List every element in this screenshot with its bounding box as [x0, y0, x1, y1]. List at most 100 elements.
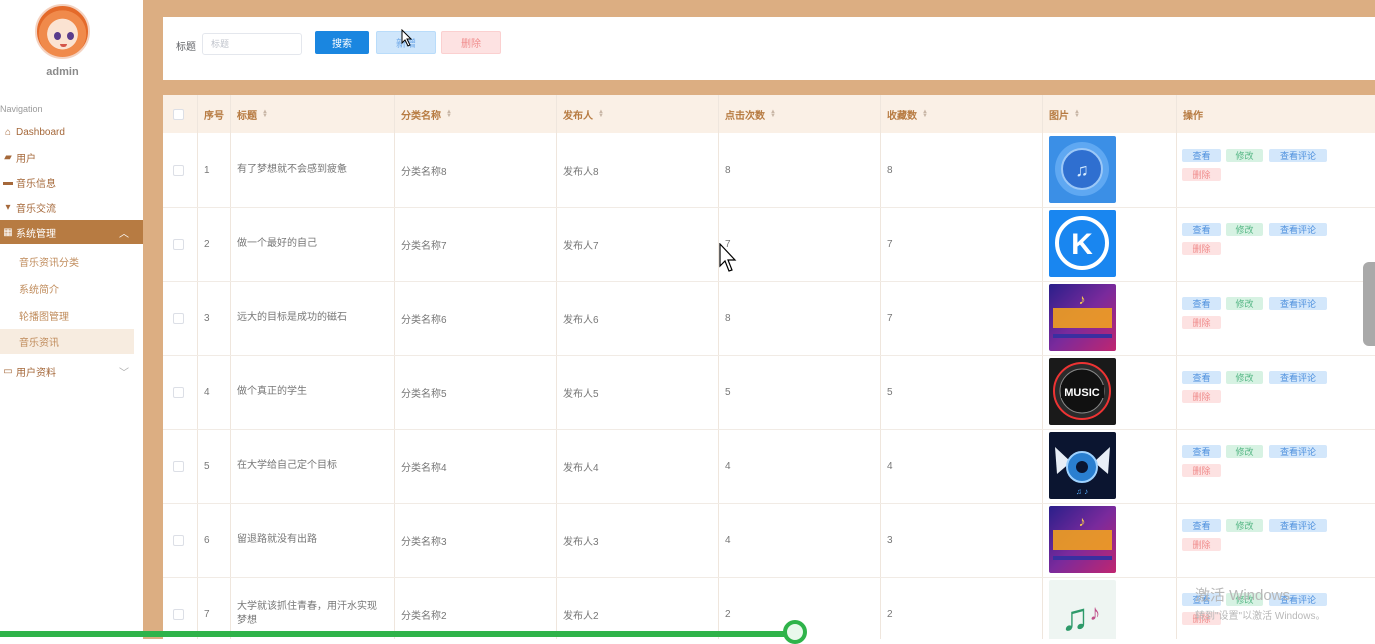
table-row: 5 在大学给自己定个目标 分类名称4 发布人4 4 4 ♫ ♪ 查看 修改 查看…	[163, 429, 1375, 504]
header-title[interactable]: 标题 ▲ ▼	[230, 95, 268, 133]
sidebar-subitem-carousel[interactable]: 轮播图管理	[0, 303, 134, 328]
row-delete-button[interactable]: 删除	[1182, 242, 1221, 255]
windows-activation-watermark: 激活 Windows 转到"设置"以激活 Windows。	[1195, 587, 1326, 622]
search-button[interactable]: 搜索	[315, 31, 369, 54]
row-checkbox[interactable]	[163, 429, 197, 503]
cell-title: 在大学给自己定个目标	[237, 460, 337, 471]
sidebar-subitem-system-intro[interactable]: 系统简介	[0, 276, 134, 301]
view-comments-button[interactable]: 查看评论	[1269, 149, 1327, 162]
delete-button[interactable]: 删除	[441, 31, 501, 54]
cell-favorites: 7	[887, 238, 893, 250]
cell-publisher: 发布人6	[563, 314, 599, 326]
view-comments-button[interactable]: 查看评论	[1269, 223, 1327, 236]
chat-icon: ▾	[5, 201, 11, 213]
profile-icon: ▭	[3, 365, 13, 377]
progress-knob[interactable]	[783, 620, 807, 644]
edit-button[interactable]: 修改	[1226, 223, 1263, 236]
sidebar-item-label: 音乐信息	[16, 178, 56, 190]
edit-button[interactable]: 修改	[1226, 149, 1263, 162]
cell-image[interactable]: K	[1049, 210, 1116, 277]
header-category[interactable]: 分类名称 ▲ ▼	[394, 95, 452, 133]
music-icon: ▬	[3, 176, 13, 188]
sidebar-item-label: 音乐交流	[16, 203, 56, 215]
view-button[interactable]: 查看	[1182, 149, 1221, 162]
sidebar-item-user-profile[interactable]: ▭ 用户资料 ﹀	[0, 360, 143, 382]
sidebar-item-music-chat[interactable]: ▾ 音乐交流	[0, 196, 143, 218]
select-all-checkbox[interactable]	[163, 95, 197, 133]
view-button[interactable]: 查看	[1182, 223, 1221, 236]
cell-index: 3	[204, 312, 210, 324]
cell-favorites: 3	[887, 534, 893, 546]
view-button[interactable]: 查看	[1182, 519, 1221, 532]
cell-image[interactable]: ♫ ♪	[1049, 580, 1116, 639]
sidebar-item-users[interactable]: ▰ 用户	[0, 146, 143, 168]
view-button[interactable]: 查看	[1182, 297, 1221, 310]
header-clicks[interactable]: 点击次数 ▲ ▼	[718, 95, 776, 133]
cell-image[interactable]: ♫	[1049, 136, 1116, 203]
row-checkbox[interactable]	[163, 503, 197, 577]
cell-clicks: 4	[725, 534, 731, 546]
cell-index: 1	[204, 164, 210, 176]
cell-favorites: 5	[887, 386, 893, 398]
cell-favorites: 4	[887, 460, 893, 472]
cell-favorites: 7	[887, 312, 893, 324]
table-header: 序号 标题 ▲ ▼ 分类名称 ▲ ▼ 发布人 ▲ ▼ 点击次数 ▲ ▼ 收藏数 ▲ ▼ 图片 ▲ ▼ 操…	[163, 95, 1375, 133]
cell-image[interactable]: ♪	[1049, 506, 1116, 573]
edit-button[interactable]: 修改	[1226, 371, 1263, 384]
row-delete-button[interactable]: 删除	[1182, 316, 1221, 329]
view-comments-button[interactable]: 查看评论	[1269, 519, 1327, 532]
scrollbar-thumb[interactable]	[1363, 262, 1375, 346]
svg-text:♫ ♪: ♫ ♪	[1076, 487, 1088, 496]
view-button[interactable]: 查看	[1182, 445, 1221, 458]
search-input[interactable]	[202, 33, 302, 55]
svg-text:♫: ♫	[1075, 160, 1089, 180]
view-comments-button[interactable]: 查看评论	[1269, 297, 1327, 310]
table-row: 7 大学就该抓住青春，用汗水实现梦想 分类名称2 发布人2 2 2 ♫ ♪ 查看 …	[163, 577, 1375, 639]
header-image[interactable]: 图片 ▲ ▼	[1042, 95, 1080, 133]
cell-index: 6	[204, 534, 210, 546]
svg-text:♪: ♪	[1079, 513, 1086, 529]
cell-index: 7	[204, 608, 210, 620]
cell-image[interactable]: ♪	[1049, 284, 1116, 351]
row-checkbox[interactable]	[163, 133, 197, 207]
cell-index: 2	[204, 238, 210, 250]
cell-image[interactable]: MUSIC	[1049, 358, 1116, 425]
view-comments-button[interactable]: 查看评论	[1269, 445, 1327, 458]
cell-clicks: 4	[725, 460, 731, 472]
grid-icon: ▦	[3, 226, 13, 238]
row-checkbox[interactable]	[163, 355, 197, 429]
cell-index: 4	[204, 386, 210, 398]
cell-publisher: 发布人2	[563, 610, 599, 622]
view-button[interactable]: 查看	[1182, 371, 1221, 384]
sidebar-item-system[interactable]: ▦ 系统管理 ︿	[0, 220, 143, 244]
table-row: 6 留退路就没有出路 分类名称3 发布人3 4 3 ♪ 查看 修改 查看评论 删…	[163, 503, 1375, 578]
view-comments-button[interactable]: 查看评论	[1269, 371, 1327, 384]
edit-button[interactable]: 修改	[1226, 519, 1263, 532]
chevron-up-icon: ︿	[119, 228, 129, 240]
sidebar-item-music-info[interactable]: ▬ 音乐信息	[0, 171, 143, 193]
sort-icon: ▲ ▼	[922, 109, 928, 119]
row-delete-button[interactable]: 删除	[1182, 464, 1221, 477]
header-favorites[interactable]: 收藏数 ▲ ▼	[880, 95, 928, 133]
avatar[interactable]	[35, 4, 90, 59]
cell-clicks: 5	[725, 386, 731, 398]
header-publisher[interactable]: 发布人 ▲ ▼	[556, 95, 604, 133]
sidebar-subitem-music-news[interactable]: 音乐资讯	[0, 329, 134, 354]
row-delete-button[interactable]: 删除	[1182, 390, 1221, 403]
row-delete-button[interactable]: 删除	[1182, 168, 1221, 181]
header-index: 序号	[204, 110, 224, 122]
cell-publisher: 发布人7	[563, 240, 599, 252]
row-checkbox[interactable]	[163, 281, 197, 355]
cell-category: 分类名称5	[401, 388, 447, 400]
cell-title: 留退路就没有出路	[237, 534, 317, 545]
edit-button[interactable]: 修改	[1226, 445, 1263, 458]
cell-image[interactable]: ♫ ♪	[1049, 432, 1116, 499]
sidebar-item-dashboard[interactable]: ⌂ Dashboard	[0, 121, 143, 143]
row-checkbox[interactable]	[163, 207, 197, 281]
row-checkbox[interactable]	[163, 577, 197, 639]
edit-button[interactable]: 修改	[1226, 297, 1263, 310]
table-row: 3 远大的目标是成功的磁石 分类名称6 发布人6 8 7 ♪ 查看 修改 查看评…	[163, 281, 1375, 356]
row-delete-button[interactable]: 删除	[1182, 538, 1221, 551]
sidebar-item-label: 用户资料	[16, 367, 56, 379]
sidebar-subitem-news-category[interactable]: 音乐资讯分类	[0, 249, 134, 274]
